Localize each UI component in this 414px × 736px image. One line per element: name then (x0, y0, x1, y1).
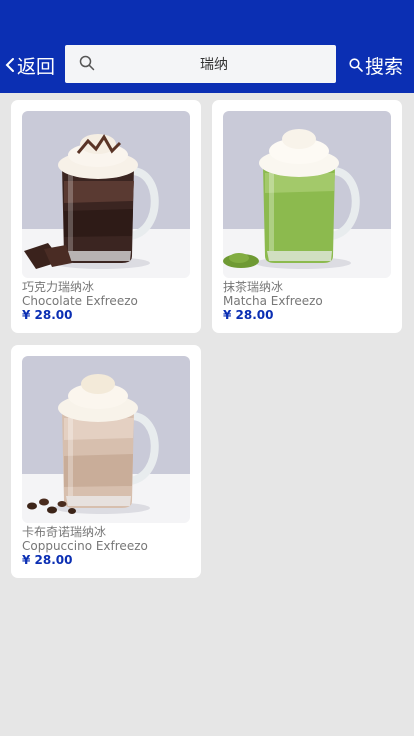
product-card[interactable]: 巧克力瑞纳冰 Chocolate Exfreezo ¥ 28.00 (11, 100, 201, 333)
search-input[interactable] (105, 45, 323, 83)
product-name-en: Matcha Exfreezo (223, 294, 323, 308)
search-icon (349, 58, 363, 72)
search-button[interactable]: 搜索 (349, 52, 403, 78)
matcha-exfreezo-image (223, 111, 391, 278)
product-card[interactable]: 抹茶瑞纳冰 Matcha Exfreezo ¥ 28.00 (212, 100, 402, 333)
product-name-cn: 卡布奇诺瑞纳冰 (22, 525, 107, 539)
product-name-cn: 巧克力瑞纳冰 (22, 280, 95, 294)
product-price: ¥ 28.00 (22, 553, 73, 567)
product-price: ¥ 28.00 (223, 308, 274, 322)
back-label: 返回 (17, 55, 56, 78)
product-name-cn: 抹茶瑞纳冰 (223, 280, 284, 294)
back-button[interactable]: 返回 (4, 52, 55, 78)
chocolate-exfreezo-image (22, 111, 190, 278)
search-button-label: 搜索 (365, 55, 404, 78)
product-name-en: Chocolate Exfreezo (22, 294, 138, 308)
chevron-left-icon (5, 58, 14, 72)
search-box[interactable] (65, 45, 336, 83)
coppuccino-exfreezo-image (22, 356, 190, 523)
search-icon (79, 55, 95, 71)
product-name-en: Coppuccino Exfreezo (22, 539, 148, 553)
product-price: ¥ 28.00 (22, 308, 73, 322)
top-bar: 返回 搜索 (0, 0, 414, 93)
product-card[interactable]: 卡布奇诺瑞纳冰 Coppuccino Exfreezo ¥ 28.00 (11, 345, 201, 578)
